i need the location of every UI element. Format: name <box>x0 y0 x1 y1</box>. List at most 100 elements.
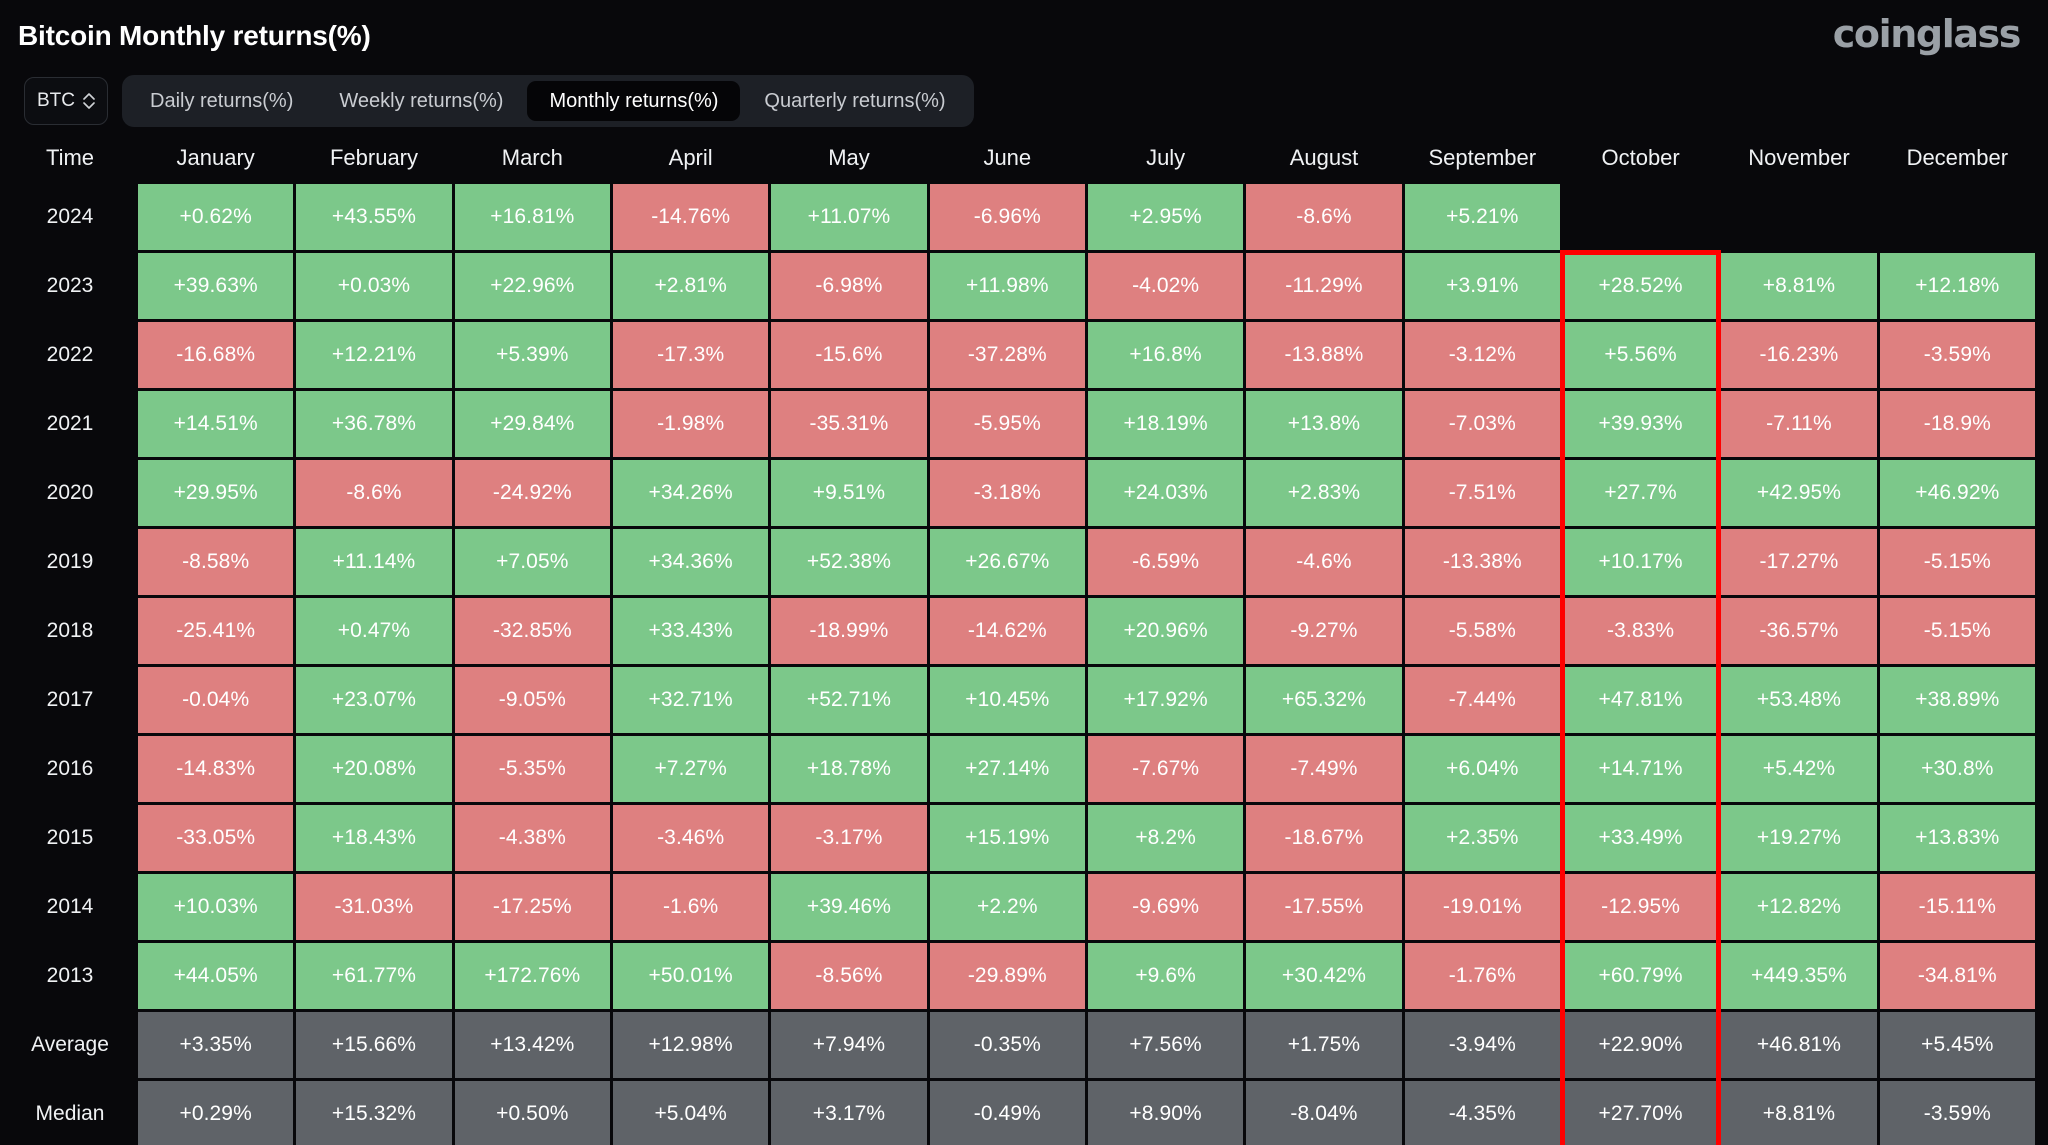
cell-2019-december[interactable]: -5.15% <box>1879 529 2035 595</box>
cell-2020-september[interactable]: -7.51% <box>1404 460 1560 526</box>
cell-2015-april[interactable]: -3.46% <box>612 805 769 871</box>
cell-2020-march[interactable]: -24.92% <box>454 460 610 526</box>
cell-2021-april[interactable]: -1.98% <box>612 391 769 457</box>
cell-2016-july[interactable]: -7.67% <box>1087 736 1244 802</box>
cell-2022-may[interactable]: -15.6% <box>771 322 927 388</box>
cell-2024-february[interactable]: +43.55% <box>296 184 452 250</box>
tab-monthly-returns[interactable]: Monthly returns(%) <box>527 81 741 121</box>
cell-2021-june[interactable]: -5.95% <box>929 391 1085 457</box>
cell-2018-july[interactable]: +20.96% <box>1087 598 1244 664</box>
cell-median-may[interactable]: +3.17% <box>771 1081 927 1145</box>
cell-2017-july[interactable]: +17.92% <box>1087 667 1244 733</box>
cell-2014-march[interactable]: -17.25% <box>454 874 610 940</box>
cell-2021-november[interactable]: -7.11% <box>1721 391 1877 457</box>
cell-2016-january[interactable]: -14.83% <box>138 736 294 802</box>
tab-weekly-returns[interactable]: Weekly returns(%) <box>317 81 525 121</box>
cell-2019-november[interactable]: -17.27% <box>1721 529 1877 595</box>
cell-2020-april[interactable]: +34.26% <box>612 460 769 526</box>
cell-2019-september[interactable]: -13.38% <box>1404 529 1560 595</box>
cell-2023-march[interactable]: +22.96% <box>454 253 610 319</box>
cell-average-june[interactable]: -0.35% <box>929 1012 1085 1078</box>
cell-2022-october[interactable]: +5.56% <box>1562 322 1719 388</box>
cell-2017-october[interactable]: +47.81% <box>1562 667 1719 733</box>
cell-2018-march[interactable]: -32.85% <box>454 598 610 664</box>
cell-2023-july[interactable]: -4.02% <box>1087 253 1244 319</box>
cell-2014-february[interactable]: -31.03% <box>296 874 452 940</box>
cell-2018-december[interactable]: -5.15% <box>1879 598 2035 664</box>
cell-2013-april[interactable]: +50.01% <box>612 943 769 1009</box>
cell-average-march[interactable]: +13.42% <box>454 1012 610 1078</box>
cell-2016-december[interactable]: +30.8% <box>1879 736 2035 802</box>
cell-2024-september[interactable]: +5.21% <box>1404 184 1560 250</box>
cell-2013-november[interactable]: +449.35% <box>1721 943 1877 1009</box>
cell-2013-july[interactable]: +9.6% <box>1087 943 1244 1009</box>
cell-2016-april[interactable]: +7.27% <box>612 736 769 802</box>
cell-2020-july[interactable]: +24.03% <box>1087 460 1244 526</box>
cell-median-january[interactable]: +0.29% <box>138 1081 294 1145</box>
cell-2023-june[interactable]: +11.98% <box>929 253 1085 319</box>
cell-2017-march[interactable]: -9.05% <box>454 667 610 733</box>
cell-2020-january[interactable]: +29.95% <box>138 460 294 526</box>
cell-2020-february[interactable]: -8.6% <box>296 460 452 526</box>
cell-median-september[interactable]: -4.35% <box>1404 1081 1560 1145</box>
cell-2015-march[interactable]: -4.38% <box>454 805 610 871</box>
cell-2023-october[interactable]: +28.52% <box>1562 253 1719 319</box>
cell-median-february[interactable]: +15.32% <box>296 1081 452 1145</box>
cell-median-march[interactable]: +0.50% <box>454 1081 610 1145</box>
cell-2013-march[interactable]: +172.76% <box>454 943 610 1009</box>
cell-2013-june[interactable]: -29.89% <box>929 943 1085 1009</box>
cell-2021-may[interactable]: -35.31% <box>771 391 927 457</box>
cell-2015-january[interactable]: -33.05% <box>138 805 294 871</box>
cell-2017-february[interactable]: +23.07% <box>296 667 452 733</box>
cell-2015-july[interactable]: +8.2% <box>1087 805 1244 871</box>
cell-2017-november[interactable]: +53.48% <box>1721 667 1877 733</box>
cell-2015-may[interactable]: -3.17% <box>771 805 927 871</box>
cell-2024-january[interactable]: +0.62% <box>138 184 294 250</box>
cell-2023-december[interactable]: +12.18% <box>1879 253 2035 319</box>
tab-quarterly-returns[interactable]: Quarterly returns(%) <box>742 81 967 121</box>
cell-2024-november[interactable] <box>1721 184 1876 250</box>
cell-2021-january[interactable]: +14.51% <box>138 391 294 457</box>
cell-2019-august[interactable]: -4.6% <box>1246 529 1402 595</box>
cell-2022-july[interactable]: +16.8% <box>1087 322 1244 388</box>
cell-2019-february[interactable]: +11.14% <box>296 529 452 595</box>
cell-average-november[interactable]: +46.81% <box>1721 1012 1877 1078</box>
cell-2013-february[interactable]: +61.77% <box>296 943 452 1009</box>
cell-2017-september[interactable]: -7.44% <box>1404 667 1560 733</box>
cell-2018-april[interactable]: +33.43% <box>612 598 769 664</box>
cell-2016-september[interactable]: +6.04% <box>1404 736 1560 802</box>
cell-2024-july[interactable]: +2.95% <box>1087 184 1244 250</box>
cell-2013-december[interactable]: -34.81% <box>1879 943 2035 1009</box>
cell-2023-september[interactable]: +3.91% <box>1404 253 1560 319</box>
cell-average-january[interactable]: +3.35% <box>138 1012 294 1078</box>
cell-2020-june[interactable]: -3.18% <box>929 460 1085 526</box>
cell-2015-november[interactable]: +19.27% <box>1721 805 1877 871</box>
cell-2017-april[interactable]: +32.71% <box>612 667 769 733</box>
cell-2023-april[interactable]: +2.81% <box>612 253 769 319</box>
cell-average-july[interactable]: +7.56% <box>1087 1012 1244 1078</box>
cell-2022-september[interactable]: -3.12% <box>1404 322 1560 388</box>
cell-average-august[interactable]: +1.75% <box>1246 1012 1402 1078</box>
cell-2016-august[interactable]: -7.49% <box>1246 736 1402 802</box>
cell-2015-february[interactable]: +18.43% <box>296 805 452 871</box>
cell-2017-december[interactable]: +38.89% <box>1879 667 2035 733</box>
cell-2021-september[interactable]: -7.03% <box>1404 391 1560 457</box>
cell-2014-august[interactable]: -17.55% <box>1246 874 1402 940</box>
cell-2019-january[interactable]: -8.58% <box>138 529 294 595</box>
cell-average-december[interactable]: +5.45% <box>1879 1012 2035 1078</box>
cell-2016-february[interactable]: +20.08% <box>296 736 452 802</box>
cell-2018-january[interactable]: -25.41% <box>138 598 294 664</box>
cell-2015-december[interactable]: +13.83% <box>1879 805 2035 871</box>
cell-2018-may[interactable]: -18.99% <box>771 598 927 664</box>
cell-2018-october[interactable]: -3.83% <box>1562 598 1719 664</box>
cell-2021-october[interactable]: +39.93% <box>1562 391 1719 457</box>
cell-2014-june[interactable]: +2.2% <box>929 874 1085 940</box>
cell-median-december[interactable]: -3.59% <box>1879 1081 2035 1145</box>
cell-2018-august[interactable]: -9.27% <box>1246 598 1402 664</box>
cell-2019-october[interactable]: +10.17% <box>1562 529 1719 595</box>
cell-2022-june[interactable]: -37.28% <box>929 322 1085 388</box>
cell-2015-june[interactable]: +15.19% <box>929 805 1085 871</box>
cell-2024-october[interactable] <box>1563 184 1718 250</box>
cell-2022-november[interactable]: -16.23% <box>1721 322 1877 388</box>
cell-median-november[interactable]: +8.81% <box>1721 1081 1877 1145</box>
